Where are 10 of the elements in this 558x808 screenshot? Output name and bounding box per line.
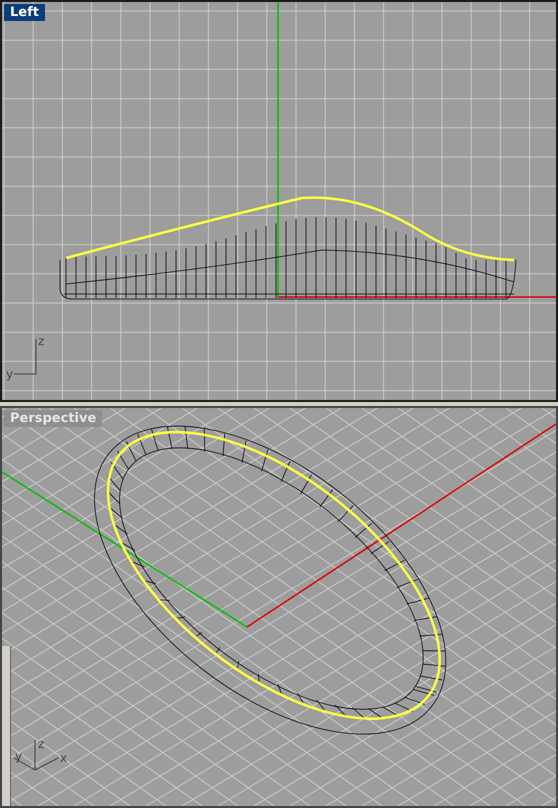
axis-triad-icon <box>14 338 36 374</box>
axis-label: y <box>15 749 22 763</box>
viewport-title[interactable]: Left <box>4 4 45 21</box>
axis-label: x <box>60 751 68 765</box>
axis-triad-icon <box>14 740 58 770</box>
viewport[interactable]: Perspective z y x <box>0 406 558 808</box>
axis-label: z <box>38 737 44 751</box>
axis-label: y <box>6 367 14 381</box>
axis-label: z <box>38 334 44 348</box>
viewport[interactable]: Left z y <box>0 0 558 402</box>
